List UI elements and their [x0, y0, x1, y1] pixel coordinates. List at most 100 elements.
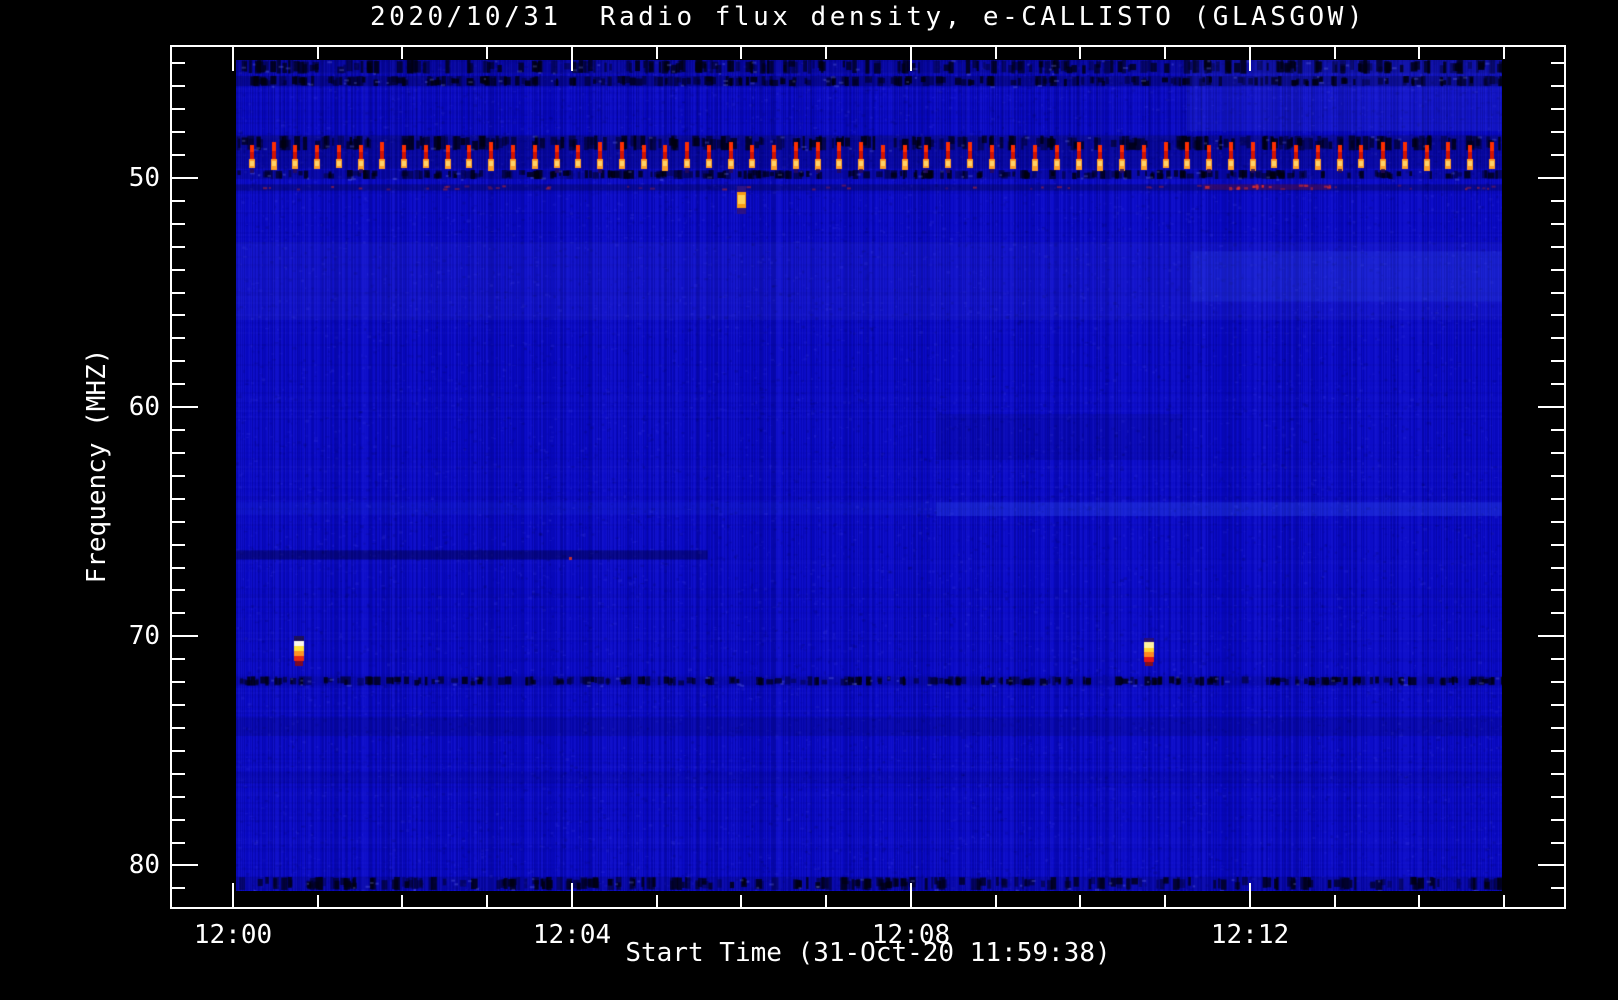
axis-tick: [172, 819, 185, 821]
axis-tick: [172, 796, 185, 798]
axis-tick: [1551, 567, 1564, 569]
y-axis-title: Frequency (MHZ): [82, 348, 112, 584]
axis-tick: [1538, 177, 1564, 179]
axis-tick: [172, 727, 185, 729]
axis-tick: [1418, 47, 1420, 59]
axis-tick: [571, 883, 573, 907]
axis-tick: [1551, 200, 1564, 202]
axis-tick: [1551, 658, 1564, 660]
axis-tick: [172, 429, 185, 431]
axis-tick: [1418, 895, 1420, 907]
axis-tick: [1551, 727, 1564, 729]
axis-tick: [172, 681, 185, 683]
axis-tick: [1551, 360, 1564, 362]
axis-tick: [317, 47, 319, 59]
axis-tick: [172, 360, 185, 362]
axis-tick: [1551, 62, 1564, 64]
axis-tick: [1551, 292, 1564, 294]
axis-tick: [1538, 635, 1564, 637]
axis-tick: [172, 498, 185, 500]
axis-tick: [172, 544, 185, 546]
axis-tick: [1551, 475, 1564, 477]
axis-tick: [1551, 314, 1564, 316]
axis-tick: [172, 589, 185, 591]
axis-tick: [1551, 498, 1564, 500]
x-tick-label: 12:04: [532, 920, 612, 950]
axis-tick: [172, 131, 185, 133]
axis-tick: [172, 452, 185, 454]
axis-tick: [1164, 47, 1166, 59]
axis-tick: [1551, 544, 1564, 546]
axis-tick: [172, 177, 198, 179]
axis-tick: [172, 383, 185, 385]
axis-tick: [172, 842, 185, 844]
axis-tick: [172, 292, 185, 294]
axis-tick: [1249, 883, 1251, 907]
axis-tick: [1551, 681, 1564, 683]
axis-tick: [172, 704, 185, 706]
axis-tick: [172, 62, 185, 64]
axis-tick: [1551, 773, 1564, 775]
axis-tick: [740, 895, 742, 907]
axis-tick: [910, 47, 912, 71]
axis-tick: [1164, 895, 1166, 907]
axis-tick: [172, 108, 185, 110]
axis-tick: [1538, 864, 1564, 866]
axis-tick: [401, 47, 403, 59]
axis-tick: [1551, 337, 1564, 339]
axis-tick: [995, 895, 997, 907]
axis-tick: [172, 567, 185, 569]
axis-tick: [1249, 47, 1251, 71]
axis-tick: [740, 47, 742, 59]
axis-tick: [232, 47, 234, 71]
axis-tick: [486, 47, 488, 59]
axis-tick: [172, 406, 198, 408]
axis-tick: [172, 864, 198, 866]
x-axis-title: Start Time (31-Oct-20 11:59:38): [625, 938, 1111, 968]
axis-tick: [172, 887, 185, 889]
axis-tick: [1079, 47, 1081, 59]
axis-tick: [172, 154, 185, 156]
axis-tick: [910, 883, 912, 907]
axis-tick: [1551, 704, 1564, 706]
axis-tick: [1503, 895, 1505, 907]
axis-tick: [172, 246, 185, 248]
axis-tick: [825, 47, 827, 59]
axis-tick: [1551, 612, 1564, 614]
axis-tick: [172, 612, 185, 614]
axis-tick: [172, 223, 185, 225]
x-tick-label: 12:12: [1210, 920, 1290, 950]
axis-tick: [825, 895, 827, 907]
spectrogram-page: 2020/10/31 Radio flux density, e-CALLIST…: [0, 0, 1618, 1000]
axis-tick: [1551, 108, 1564, 110]
axis-tick: [1551, 819, 1564, 821]
axis-tick: [656, 47, 658, 59]
axis-tick: [1551, 383, 1564, 385]
axis-tick: [172, 200, 185, 202]
axis-tick: [656, 895, 658, 907]
axis-tick: [1551, 750, 1564, 752]
axis-tick: [1551, 154, 1564, 156]
y-tick-label: 50: [128, 163, 160, 193]
axis-tick: [172, 750, 185, 752]
y-tick-label: 80: [128, 850, 160, 880]
axis-tick: [1551, 521, 1564, 523]
axis-tick: [1538, 406, 1564, 408]
axis-tick: [1079, 895, 1081, 907]
axis-tick: [1551, 842, 1564, 844]
axis-tick: [172, 635, 198, 637]
axis-tick: [401, 895, 403, 907]
page-title: 2020/10/31 Radio flux density, e-CALLIST…: [370, 2, 1366, 32]
plot-frame: [170, 45, 1566, 909]
axis-tick: [172, 269, 185, 271]
axis-tick: [1551, 223, 1564, 225]
axis-tick: [995, 47, 997, 59]
axis-tick: [1551, 429, 1564, 431]
axis-tick: [1551, 85, 1564, 87]
axis-tick: [232, 883, 234, 907]
axis-tick: [172, 85, 185, 87]
axis-tick: [571, 47, 573, 71]
axis-tick: [1551, 131, 1564, 133]
axis-tick: [1551, 246, 1564, 248]
axis-tick: [1551, 887, 1564, 889]
